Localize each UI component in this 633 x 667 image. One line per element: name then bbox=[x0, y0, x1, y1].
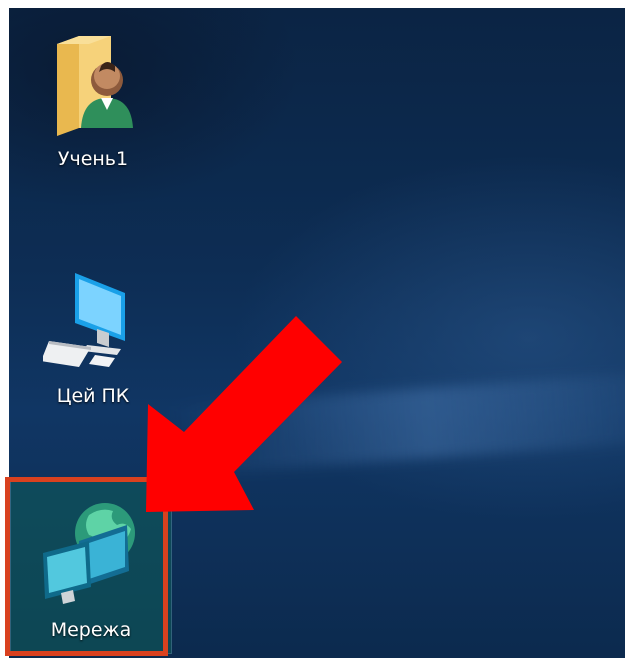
user-folder-icon bbox=[57, 36, 133, 136]
desktop-icon-this-pc[interactable]: Цей ПК bbox=[29, 263, 157, 423]
desktop-icon-user-folder[interactable]: Учень1 bbox=[29, 28, 157, 198]
desktop-icon-label: Мережа bbox=[50, 619, 132, 641]
desktop-icon-label: Цей ПК bbox=[56, 385, 130, 407]
desktop-icon-label: Учень1 bbox=[57, 148, 129, 170]
wallpaper-light-streak bbox=[167, 369, 625, 477]
screenshot-frame: Учень1 Цей ПК Мережа bbox=[0, 0, 633, 667]
desktop-icon-network[interactable]: Мережа bbox=[10, 480, 172, 654]
desktop[interactable]: Учень1 Цей ПК Мережа bbox=[9, 8, 625, 658]
computer-icon bbox=[43, 273, 125, 367]
network-icon bbox=[43, 503, 135, 604]
